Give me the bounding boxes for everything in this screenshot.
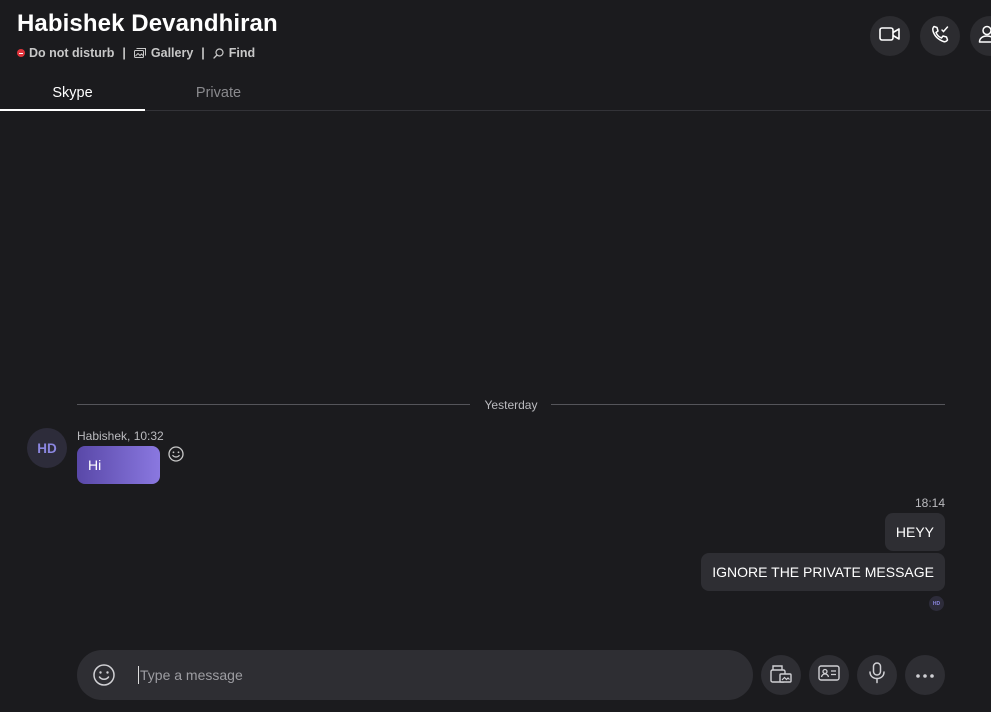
share-contact-button[interactable] [809,655,849,695]
tab-private[interactable]: Private [146,76,291,109]
media-gallery-icon [769,662,793,689]
smiley-icon [167,446,185,467]
separator: | [201,46,205,60]
voice-message-button[interactable] [857,655,897,695]
divider-line-right [551,404,945,405]
message-text: HEYY [895,524,934,540]
date-divider-label: Yesterday [484,398,538,412]
profile-button[interactable] [970,16,991,56]
message-bubble-incoming[interactable]: Hi [77,446,160,484]
tab-skype[interactable]: Skype [0,76,145,111]
chat-title: Habishek Devandhiran [17,10,278,37]
video-camera-icon [879,26,901,47]
message-text: IGNORE THE PRIVATE MESSAGE [712,564,934,580]
avatar[interactable]: HD [27,428,67,468]
message-input[interactable] [138,666,728,684]
person-icon [977,24,991,49]
phone-icon [930,24,950,49]
smiley-icon [92,664,116,691]
date-divider: Yesterday [77,395,945,415]
audio-call-button[interactable] [920,16,960,56]
conversation-tabs: Skype Private [0,76,991,111]
message-sender-meta: Habishek, 10:32 [77,429,164,443]
gallery-link[interactable]: Gallery [151,46,193,60]
presence-status[interactable]: Do not disturb [29,46,114,60]
message-timestamp: 18:14 [914,496,945,510]
find-link[interactable]: Find [229,46,255,60]
add-reaction-button[interactable] [167,445,185,463]
video-call-button[interactable] [870,16,910,56]
media-gallery-button[interactable] [761,655,801,695]
message-composer [77,650,753,700]
message-bubble-outgoing[interactable]: IGNORE THE PRIVATE MESSAGE [701,553,945,591]
read-receipt-avatar: HD [929,596,944,611]
message-text: Hi [88,457,102,473]
do-not-disturb-icon [17,49,25,57]
gallery-icon [133,48,146,58]
search-icon [213,47,224,59]
message-bubble-outgoing[interactable]: HEYY [884,513,945,551]
more-options-button[interactable] [905,655,945,695]
emoji-button[interactable] [92,663,116,692]
microphone-icon [868,661,886,689]
contact-card-icon [818,664,840,687]
separator: | [122,46,126,60]
chat-subheader: Do not disturb | Gallery | Find [17,45,255,61]
more-icon [915,666,935,684]
